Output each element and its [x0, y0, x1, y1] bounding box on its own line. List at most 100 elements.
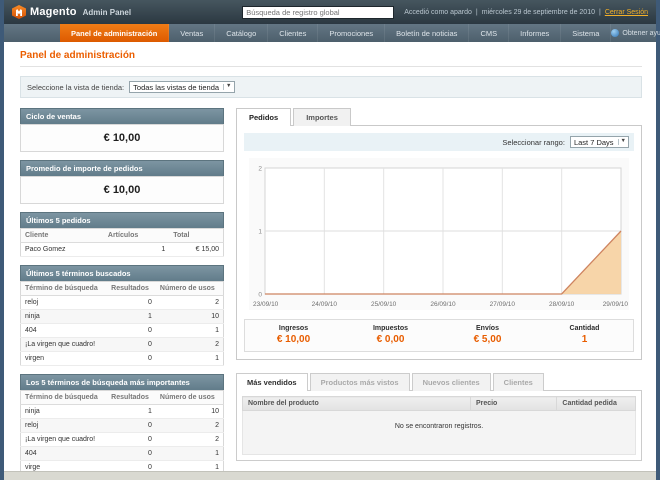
nav-item-dashboard[interactable]: Panel de administración: [60, 24, 170, 42]
column-header: Total: [169, 228, 224, 243]
range-select[interactable]: Last 7 Days ▼: [569, 136, 629, 148]
range-value: Last 7 Days: [573, 137, 614, 147]
nav-item-promotions[interactable]: Promociones: [318, 24, 386, 42]
separator: |: [598, 8, 601, 16]
svg-text:26/09/10: 26/09/10: [430, 301, 456, 308]
last-orders-table: Cliente Artículos Total Paco Gomez 1 € 1…: [20, 228, 224, 257]
column-header: Número de usos: [155, 390, 224, 405]
svg-text:24/09/10: 24/09/10: [312, 301, 338, 308]
lifetime-sales-title: Ciclo de ventas: [20, 108, 224, 124]
svg-text:0: 0: [258, 292, 262, 299]
column-header: Resultados: [107, 281, 156, 296]
magento-logo[interactable]: Magento Admin Panel: [12, 5, 131, 19]
grid-tabs: Más vendidos Productos más vistos Nuevos…: [236, 373, 642, 391]
dashboard-sidebar: Ciclo de ventas € 10,00 Promedio de impo…: [20, 108, 224, 480]
nav-item-sales[interactable]: Ventas: [169, 24, 216, 42]
stat-tax: Impuestos € 0,00: [372, 325, 408, 345]
table-row[interactable]: 404 0 1: [20, 446, 224, 461]
svg-text:23/09/10: 23/09/10: [253, 301, 279, 308]
last-search-terms-title: Últimos 5 términos buscados: [20, 265, 224, 281]
nav-item-newsletter[interactable]: Boletín de noticias: [385, 24, 470, 42]
average-orders-title: Promedio de importe de pedidos: [20, 160, 224, 176]
average-orders-value: € 10,00: [20, 176, 224, 204]
table-row[interactable]: reloj 0 2: [20, 418, 224, 433]
tab-bestsellers[interactable]: Más vendidos: [236, 373, 308, 391]
top-search-terms-table: Término de búsqueda Resultados Número de…: [20, 390, 224, 475]
chart-tabs: Pedidos Importes: [236, 108, 642, 126]
main-navigation: Panel de administración Ventas Catálogo …: [4, 24, 660, 42]
table-row[interactable]: ¡La virgen que cuadro! 0 2: [20, 337, 224, 352]
table-row[interactable]: ¡La virgen que cuadro! 0 2: [20, 432, 224, 447]
get-help-link[interactable]: Obtener ayuda para esta página: [611, 24, 660, 42]
table-row[interactable]: virgen 0 1: [20, 351, 224, 366]
svg-text:2: 2: [258, 166, 262, 173]
bestsellers-table: Nombre del producto Precio Cantidad pedi…: [242, 396, 636, 455]
logged-in-as: Accedió como apardo: [404, 8, 472, 16]
svg-text:25/09/10: 25/09/10: [371, 301, 397, 308]
magento-logo-icon: [12, 5, 26, 19]
logo-suffix: Admin Panel: [82, 7, 132, 17]
footer-bar: [4, 471, 656, 480]
magento-admin-window: Magento Admin Panel Accedió como apardo …: [0, 0, 660, 480]
totals-row: Ingresos € 10,00 Impuestos € 0,00 Envíos…: [244, 319, 634, 352]
help-icon: [611, 29, 620, 37]
tab-orders[interactable]: Pedidos: [236, 108, 292, 126]
last-orders-box: Últimos 5 pedidos Cliente Artículos Tota…: [20, 212, 224, 257]
help-label: Obtener ayuda para esta página: [622, 29, 660, 37]
top-search-terms-box: Los 5 términos de búsqueda más important…: [20, 374, 224, 475]
store-view-value: Todas las vistas de tienda: [133, 82, 220, 92]
column-header: Artículos: [103, 228, 170, 243]
tab-most-viewed[interactable]: Productos más vistos: [309, 373, 410, 391]
tab-amounts[interactable]: Importes: [293, 108, 351, 126]
logout-link[interactable]: Cerrar Sesión: [605, 9, 648, 16]
top-search-terms-title: Los 5 términos de búsqueda más important…: [20, 374, 224, 390]
lifetime-sales-value: € 10,00: [20, 124, 224, 152]
page-title: Panel de administración: [20, 50, 642, 67]
nav-item-catalog[interactable]: Catálogo: [215, 24, 269, 42]
table-row[interactable]: Paco Gomez 1 € 15,00: [20, 242, 224, 257]
table-row[interactable]: ninja 1 10: [20, 309, 224, 324]
column-header: Precio: [469, 396, 558, 411]
nav-item-cms[interactable]: CMS: [469, 24, 510, 42]
table-row[interactable]: reloj 0 2: [20, 295, 224, 310]
logo-text: Magento: [30, 6, 77, 18]
svg-text:27/09/10: 27/09/10: [490, 301, 516, 308]
tab-customers[interactable]: Clientes: [492, 373, 544, 391]
column-header: Nombre del producto: [242, 396, 471, 411]
header-bar: Magento Admin Panel Accedió como apardo …: [4, 0, 656, 24]
table-row[interactable]: ninja 1 10: [20, 404, 224, 419]
store-view-switcher: Seleccione la vista de tienda: Todas las…: [20, 76, 642, 98]
average-orders-box: Promedio de importe de pedidos € 10,00: [20, 160, 224, 204]
chevron-down-icon: ▼: [617, 139, 626, 145]
stat-shipping: Envíos € 5,00: [473, 325, 502, 345]
nav-item-reports[interactable]: Informes: [509, 24, 562, 42]
stat-quantity: Cantidad 1: [569, 325, 600, 345]
chart-panel: Seleccionar rango: Last 7 Days ▼ 0 1 2 23/0…: [236, 125, 642, 360]
column-header: Número de usos: [155, 281, 224, 296]
nav-item-system[interactable]: Sistema: [561, 24, 612, 42]
store-view-select[interactable]: Todas las vistas de tienda ▼: [129, 81, 235, 93]
stat-revenue: Ingresos € 10,00: [276, 325, 311, 345]
table-row[interactable]: 404 0 1: [20, 323, 224, 338]
chevron-down-icon: ▼: [223, 84, 232, 90]
tab-new-customers[interactable]: Nuevos clientes: [411, 373, 491, 391]
session-info: Accedió como apardo | miércoles 29 de se…: [404, 9, 648, 16]
column-header: Resultados: [107, 390, 156, 405]
range-label: Seleccionar rango:: [502, 137, 565, 147]
chart-area: 0 1 2 23/09/10 24/09/10 25/09/10 26/09/10 27/09…: [244, 158, 634, 310]
lifetime-sales-box: Ciclo de ventas € 10,00: [20, 108, 224, 152]
last-search-terms-table: Término de búsqueda Resultados Número de…: [20, 281, 224, 366]
store-view-label: Seleccione la vista de tienda:: [27, 82, 125, 92]
column-header: Cliente: [20, 228, 104, 243]
separator: |: [475, 8, 478, 16]
current-date: miércoles 29 de septiembre de 2010: [481, 8, 595, 16]
svg-text:28/09/10: 28/09/10: [549, 301, 575, 308]
global-search-input[interactable]: [242, 5, 395, 19]
dashboard-content: Panel de administración Seleccione la vi…: [4, 42, 656, 480]
bestsellers-panel: Nombre del producto Precio Cantidad pedi…: [236, 390, 642, 461]
dashboard-main: Pedidos Importes Seleccionar rango: Last…: [236, 108, 642, 480]
column-header: Cantidad pedida: [556, 396, 636, 411]
nav-item-customers[interactable]: Clientes: [268, 24, 319, 42]
orders-chart: 0 1 2 23/09/10 24/09/10 25/09/10 26/09/10 27/09…: [249, 158, 629, 310]
svg-text:29/09/10: 29/09/10: [603, 301, 629, 308]
